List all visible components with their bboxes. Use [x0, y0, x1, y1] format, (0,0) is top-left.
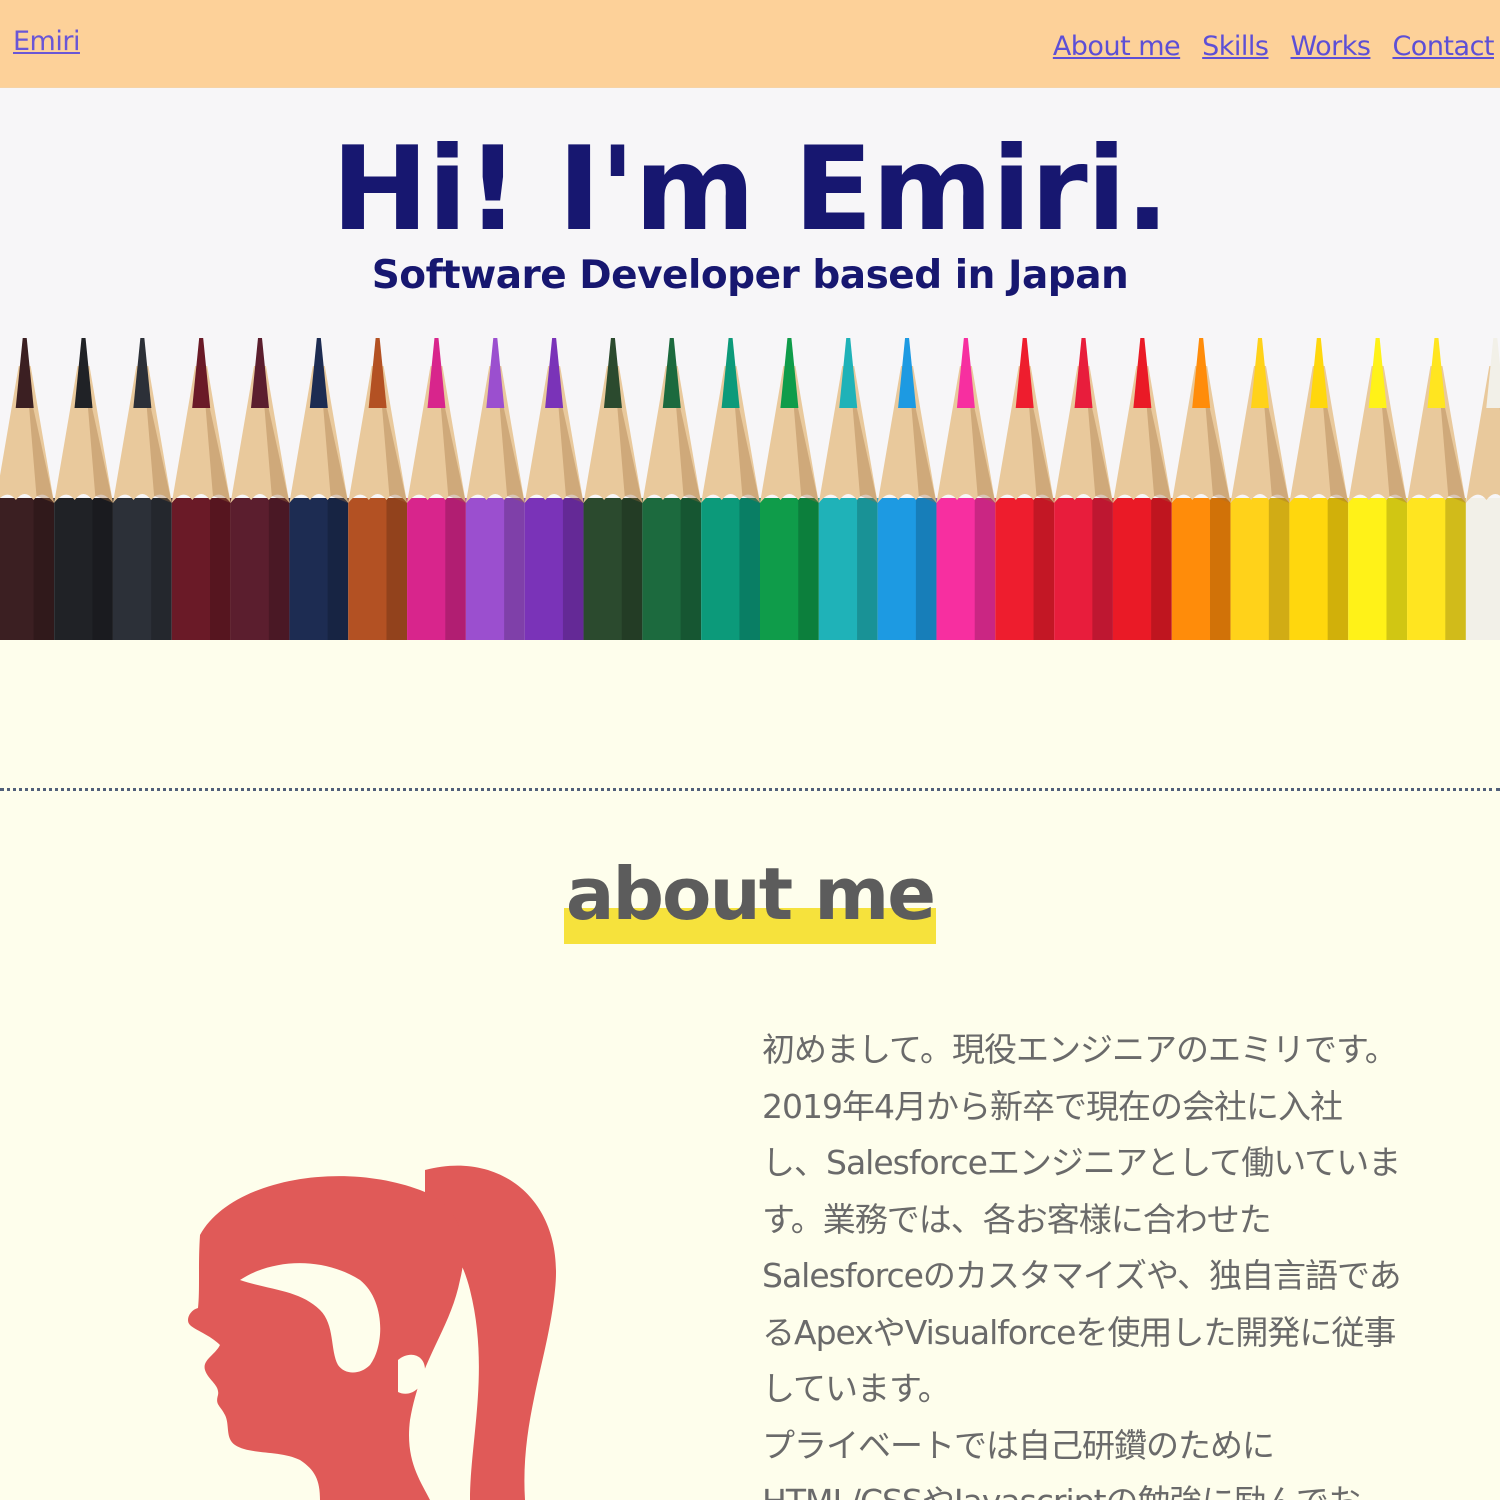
pencil [701, 338, 760, 640]
about-bio-text: 初めまして。現役エンジニアのエミリです。 2019年4月から新卒で現在の会社に入社… [762, 1022, 1452, 1500]
pencil [1348, 338, 1408, 640]
colored-pencils-image [0, 338, 1500, 640]
bio-line: 2019年4月から新卒で現在の会社に入社 [762, 1086, 1343, 1126]
pencil [1171, 338, 1231, 640]
pencil [1289, 338, 1349, 640]
site-header: Emiri About me Skills Works Contact [0, 0, 1500, 88]
pencil [1054, 338, 1113, 640]
hero-title: Hi! I'm Emiri. [331, 122, 1170, 257]
nav-about-me[interactable]: About me [1053, 31, 1181, 62]
pencil [1230, 338, 1290, 640]
bio-line: し、Salesforceエンジニアとして働いていま [762, 1143, 1401, 1182]
pencil [54, 338, 113, 640]
pencil [171, 338, 231, 640]
pencil [583, 338, 643, 640]
nav-works[interactable]: Works [1291, 31, 1371, 62]
pencil [407, 338, 466, 640]
pencil [289, 338, 349, 640]
pencil [1407, 338, 1466, 640]
pencil [112, 338, 172, 640]
bio-line: HTML/CSSやJavascriptの勉強に励んでお [762, 1474, 1452, 1500]
pencil [524, 338, 584, 640]
pencil [995, 338, 1055, 640]
bio-line: す。業務では、各お客様に合わせた [762, 1199, 1272, 1239]
bio-line: Salesforceのカスタマイズや、独自言語であ [762, 1256, 1402, 1295]
pencil [642, 338, 702, 640]
pencil [465, 338, 525, 640]
brand-link[interactable]: Emiri [13, 26, 80, 57]
pencil [230, 338, 290, 640]
pencil [877, 338, 937, 640]
about-heading-text: about me [563, 858, 936, 944]
pencil [348, 338, 408, 640]
section-divider [0, 788, 1500, 791]
pencil [936, 338, 996, 640]
about-heading: about me [0, 858, 1500, 944]
nav-skills[interactable]: Skills [1202, 31, 1269, 62]
bio-line: しています。 [762, 1369, 951, 1408]
pencil [760, 338, 819, 640]
woman-profile-icon [187, 1165, 557, 1500]
hero-subtitle: Software Developer based in Japan [371, 253, 1129, 298]
pencil [818, 338, 878, 640]
bio-line: るApexやVisualforceを使用した開発に従事 [762, 1312, 1396, 1352]
bio-line: 初めまして。現役エンジニアのエミリです。 [762, 1030, 1398, 1069]
bio-line: プライベートでは自己研鑽のために [762, 1425, 1275, 1465]
pencil [1465, 338, 1500, 640]
pencil [1112, 338, 1172, 640]
nav-contact[interactable]: Contact [1392, 31, 1494, 62]
pencil [0, 338, 55, 640]
hero-section: Hi! I'm Emiri. Software Developer based … [0, 88, 1500, 640]
main-nav: About me Skills Works Contact [1053, 31, 1495, 62]
